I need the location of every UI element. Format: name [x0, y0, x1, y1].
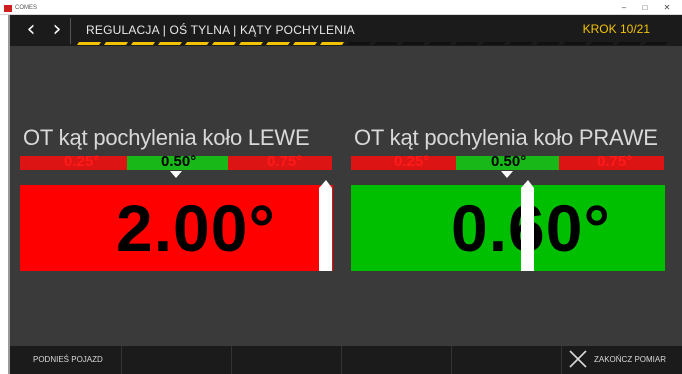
scale-label-mid: 0.50° [161, 153, 197, 170]
progress-step [427, 42, 453, 45]
needle-right [521, 188, 534, 271]
scale-right: 0.25° 0.50° 0.75° [351, 153, 664, 170]
progress-step [454, 42, 480, 45]
progress-step [211, 42, 237, 45]
progress-step [589, 42, 615, 45]
step-indicator: KROK 10/21 [582, 22, 650, 36]
chevron-right-icon: › [52, 17, 62, 42]
window-close-button[interactable]: ✕ [659, 3, 675, 13]
scale-label-high: 0.75° [597, 153, 633, 170]
value-left: 2.00° [116, 191, 276, 265]
gauge-title-left: OT kąt pochylenia koło LEWE [23, 125, 310, 150]
needle-cap-left [319, 180, 332, 188]
progress-step [346, 42, 372, 45]
nav-separator [70, 18, 71, 44]
back-button[interactable]: ‹ [20, 18, 42, 44]
progress-step [562, 42, 588, 45]
scale-label-high: 0.75° [267, 153, 303, 170]
progress-step [157, 42, 183, 45]
maximize-button[interactable]: □ [637, 3, 653, 13]
step-progress [76, 42, 678, 48]
progress-step [265, 42, 291, 45]
target-marker-left [170, 171, 182, 178]
left-border [0, 15, 10, 374]
progress-step [319, 42, 345, 45]
progress-step [184, 42, 210, 45]
needle-cap-right [521, 180, 534, 188]
footer-slot-5 [451, 346, 562, 374]
progress-step [481, 42, 507, 45]
progress-step [76, 42, 102, 45]
footer-slot-4 [341, 346, 452, 374]
progress-step [508, 42, 534, 45]
progress-step [616, 42, 642, 45]
chevron-left-icon: ‹ [26, 17, 36, 42]
window-title: COMES [15, 5, 38, 11]
target-marker-right [501, 171, 513, 178]
progress-step [373, 42, 399, 45]
breadcrumb: REGULACJA | OŚ TYLNA | KĄTY POCHYLENIA [86, 23, 355, 37]
close-icon [569, 350, 587, 368]
progress-step [643, 42, 669, 45]
window-titlebar: COMES – □ ✕ [0, 3, 682, 15]
value-box-right: 0.60° [351, 185, 665, 271]
scale-left: 0.25° 0.50° 0.75° [20, 153, 332, 170]
footer-slot-2 [121, 346, 232, 374]
gauge-title-right: OT kąt pochylenia koło PRAWE [354, 125, 658, 150]
footer-slot-3 [231, 346, 342, 374]
app-icon [4, 5, 12, 12]
progress-step [103, 42, 129, 45]
progress-step [292, 42, 318, 45]
progress-step [535, 42, 561, 45]
progress-step [400, 42, 426, 45]
finish-measurement-label: ZAKOŃCZ POMIAR [594, 355, 667, 364]
minimize-button[interactable]: – [616, 3, 632, 13]
value-box-left: 2.00° [20, 185, 333, 271]
scale-label-low: 0.25° [64, 153, 100, 170]
finish-measurement-button[interactable]: ZAKOŃCZ POMIAR [561, 346, 682, 374]
progress-step [130, 42, 156, 45]
lift-vehicle-label: PODNIEŚ POJAZD [33, 355, 103, 364]
forward-button[interactable]: › [46, 18, 68, 44]
needle-left [319, 188, 332, 271]
scale-label-mid: 0.50° [491, 153, 527, 170]
progress-step [238, 42, 264, 45]
scale-label-low: 0.25° [394, 153, 430, 170]
footer-bar: PODNIEŚ POJAZD ZAKOŃCZ POMIAR [10, 346, 682, 374]
app-window: ‹ › REGULACJA | OŚ TYLNA | KĄTY POCHYLEN… [10, 15, 682, 374]
lift-vehicle-button[interactable]: PODNIEŚ POJAZD [10, 346, 122, 374]
